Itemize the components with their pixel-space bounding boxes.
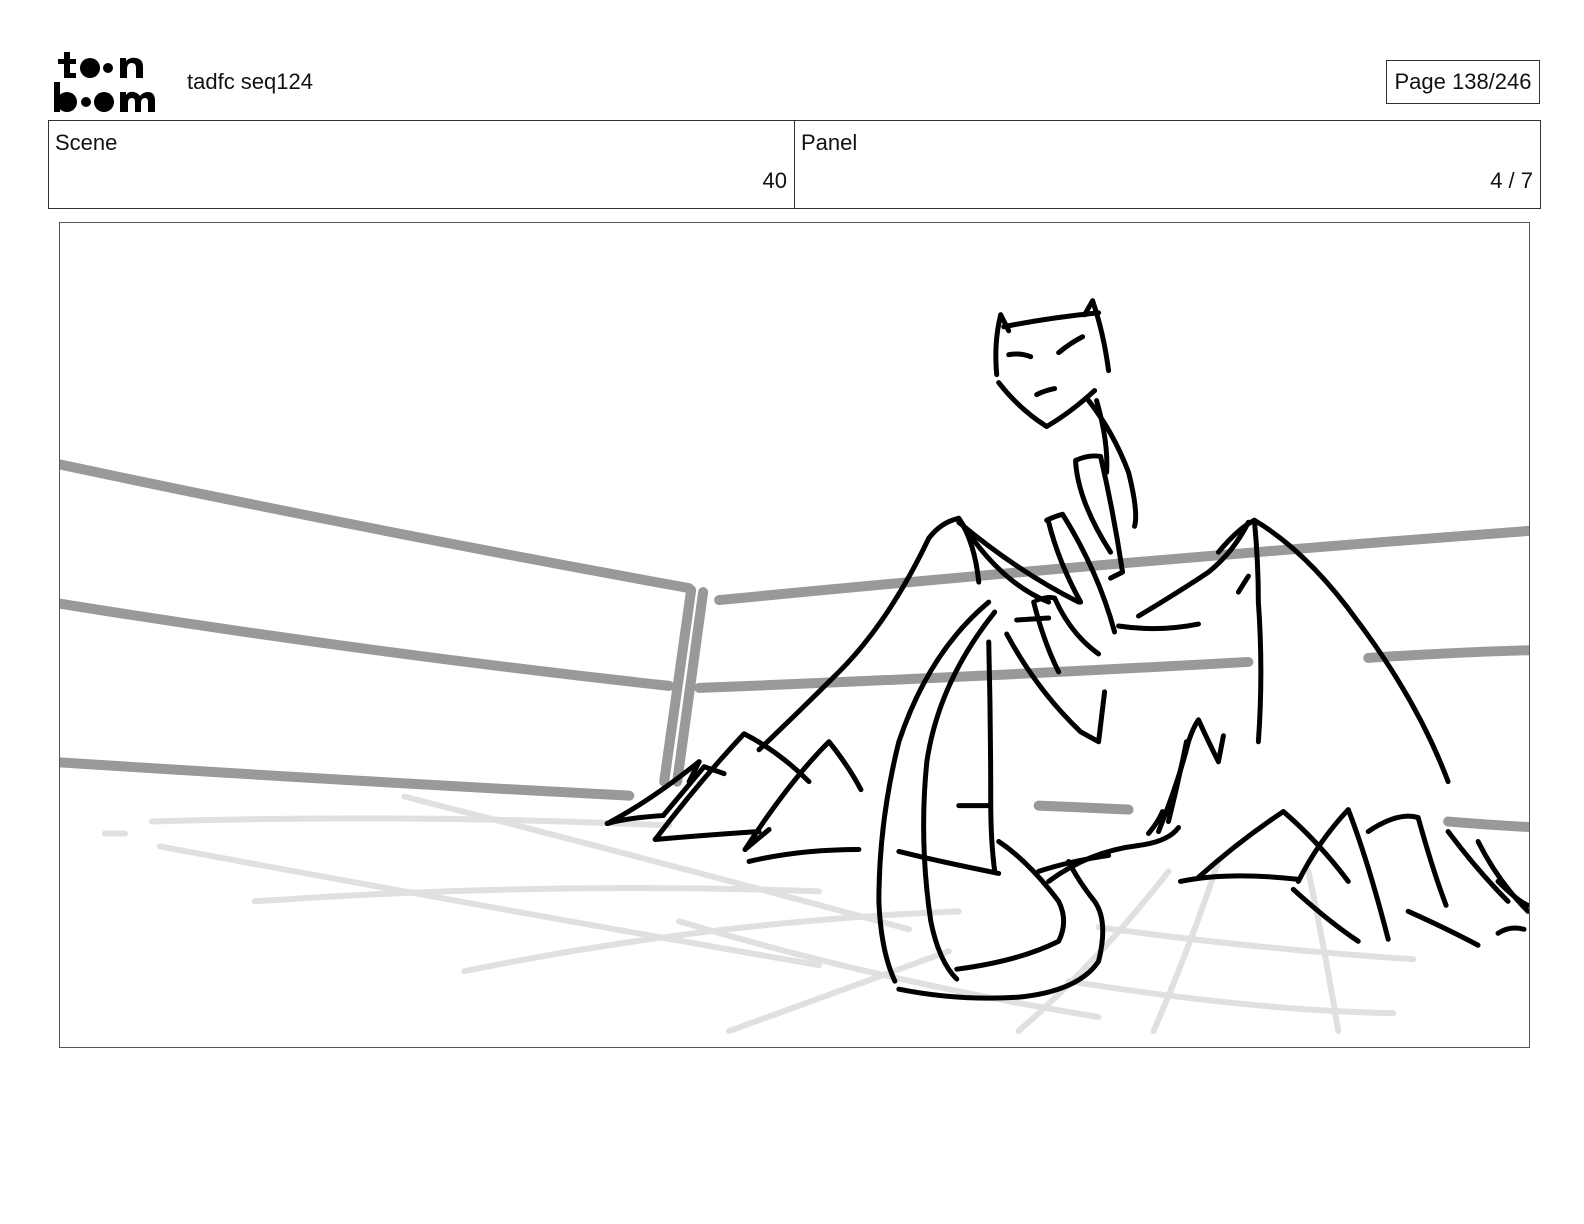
page-indicator: Page 138/246 bbox=[1386, 60, 1540, 104]
panel-cell: Panel 4 / 7 bbox=[794, 121, 1540, 208]
sketch-drawing bbox=[60, 298, 1529, 1035]
project-title: tadfc seq124 bbox=[187, 69, 313, 94]
panel-number: 4 / 7 bbox=[1490, 168, 1533, 193]
scene-label: Scene bbox=[55, 130, 118, 155]
character-sketch bbox=[604, 298, 1529, 1001]
storyboard-panel bbox=[59, 222, 1530, 1048]
toon-boom-logo bbox=[54, 52, 155, 112]
scene-cell: Scene 40 bbox=[49, 121, 794, 208]
panel-label: Panel bbox=[801, 130, 858, 155]
ring-ropes bbox=[60, 459, 1529, 833]
info-table: Scene 40 Panel 4 / 7 bbox=[48, 120, 1541, 209]
scene-number: 40 bbox=[762, 168, 787, 193]
